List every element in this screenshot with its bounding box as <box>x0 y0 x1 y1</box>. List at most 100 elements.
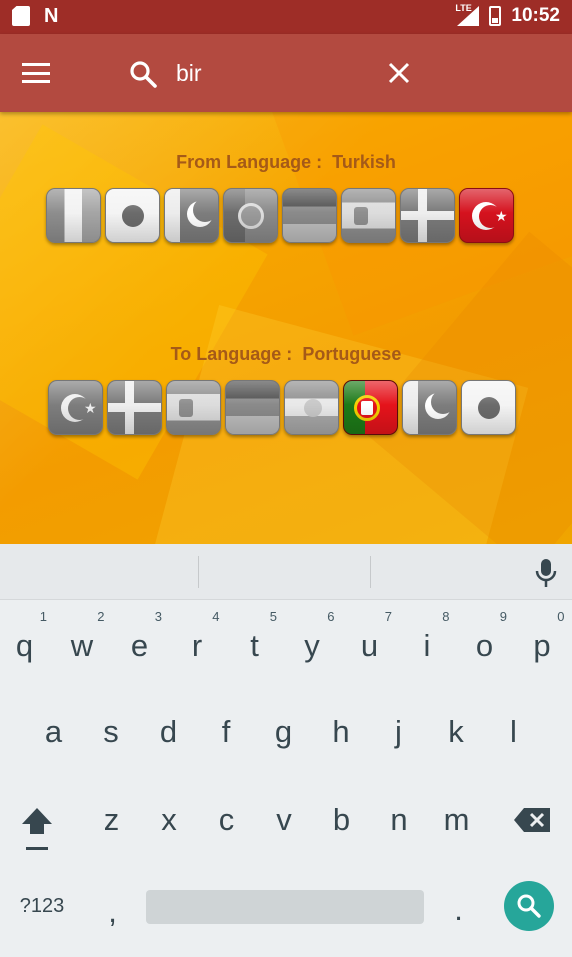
key-number-hint: 0 <box>557 609 565 624</box>
key-h[interactable]: h <box>313 702 370 762</box>
key-i[interactable]: i8 <box>399 610 456 676</box>
key-label: y <box>304 628 320 663</box>
flag-japan-icon[interactable] <box>105 188 160 243</box>
to-flag-row: ★ <box>48 380 516 435</box>
menu-icon[interactable] <box>22 63 50 83</box>
key-q[interactable]: q1 <box>0 610 53 676</box>
key-o[interactable]: o9 <box>456 610 513 676</box>
key-x[interactable]: x <box>141 790 198 850</box>
flag-japan-icon[interactable] <box>461 380 516 435</box>
key-u[interactable]: u7 <box>341 610 398 676</box>
key-number-hint: 7 <box>384 609 392 624</box>
battery-icon <box>489 6 502 26</box>
key-v[interactable]: v <box>256 790 313 850</box>
comma-key[interactable]: , <box>84 882 141 942</box>
key-label: x <box>161 802 177 837</box>
notification-n-icon: N <box>44 5 59 27</box>
search-icon <box>130 61 157 88</box>
key-label: p <box>533 628 551 663</box>
key-label: h <box>332 714 350 749</box>
key-j[interactable]: j <box>370 702 427 762</box>
key-number-hint: 6 <box>327 609 335 624</box>
key-r[interactable]: r4 <box>169 610 226 676</box>
flag-portugal-icon[interactable] <box>223 188 278 243</box>
key-a[interactable]: a <box>25 702 82 762</box>
key-number-hint: 8 <box>442 609 450 624</box>
key-number-hint: 4 <box>212 609 220 624</box>
status-bar: N LTE 10:52 <box>0 0 572 34</box>
search-action-button[interactable] <box>504 881 554 931</box>
close-icon[interactable] <box>386 60 412 86</box>
flag-spain-icon[interactable] <box>166 380 221 435</box>
signal-icon: LTE <box>455 3 480 26</box>
key-label: q <box>15 628 34 663</box>
flag-pakistan-icon[interactable] <box>402 380 457 435</box>
key-label: i <box>423 628 431 663</box>
flag-germany-icon[interactable] <box>282 188 337 243</box>
key-label: f <box>221 714 231 749</box>
period-key[interactable]: . <box>430 880 487 940</box>
key-c[interactable]: c <box>198 790 255 850</box>
key-label: m <box>443 802 470 837</box>
flag-spain-icon[interactable] <box>341 188 396 243</box>
flag-denmark-icon[interactable] <box>400 188 455 243</box>
space-bar[interactable] <box>146 890 424 924</box>
key-label: k <box>448 714 464 749</box>
flag-turkey-icon[interactable]: ★ <box>48 380 103 435</box>
key-number-hint: 9 <box>499 609 507 624</box>
key-g[interactable]: g <box>255 702 312 762</box>
backspace-icon[interactable] <box>514 808 550 832</box>
to-language-caption: To Language : <box>170 344 293 364</box>
key-label: t <box>250 628 259 663</box>
key-label: u <box>360 628 379 663</box>
from-language-label: From Language : Turkish <box>0 152 572 173</box>
flag-turkey-icon[interactable]: ★ <box>459 188 514 243</box>
key-e[interactable]: e3 <box>111 610 168 676</box>
soft-keyboard: q1w2e3r4t5y6u7i8o9p0 asdfghjkl zxcvbnm ?… <box>0 544 572 957</box>
key-number-hint: 2 <box>97 609 105 624</box>
key-number-hint: 5 <box>269 609 277 624</box>
microphone-icon[interactable] <box>534 558 558 588</box>
sd-card-icon <box>12 6 30 26</box>
symbols-key[interactable]: ?123 <box>12 876 72 936</box>
key-label: j <box>395 714 402 749</box>
key-label: v <box>276 802 292 837</box>
to-language-value: Portuguese <box>302 344 402 364</box>
key-label: a <box>44 714 63 749</box>
key-label: d <box>159 714 178 749</box>
key-label: r <box>191 628 203 663</box>
key-n[interactable]: n <box>371 790 428 850</box>
search-input[interactable]: bir <box>176 60 202 87</box>
search-icon <box>517 894 541 918</box>
key-d[interactable]: d <box>140 702 197 762</box>
key-p[interactable]: p0 <box>514 610 571 676</box>
key-label: l <box>510 714 517 749</box>
key-l[interactable]: l <box>485 702 542 762</box>
key-f[interactable]: f <box>198 702 255 762</box>
key-label: z <box>103 802 120 837</box>
key-y[interactable]: y6 <box>284 610 341 676</box>
flag-italy-icon[interactable] <box>46 188 101 243</box>
flag-kurdistan-icon[interactable] <box>284 380 339 435</box>
key-number-hint: 3 <box>154 609 162 624</box>
to-language-label: To Language : Portuguese <box>0 344 572 365</box>
key-k[interactable]: k <box>428 702 485 762</box>
key-label: c <box>218 802 235 837</box>
key-label: o <box>475 628 494 663</box>
key-z[interactable]: z <box>83 790 140 850</box>
flag-denmark-icon[interactable] <box>107 380 162 435</box>
flag-germany-icon[interactable] <box>225 380 280 435</box>
shift-icon[interactable] <box>20 806 54 852</box>
key-t[interactable]: t5 <box>226 610 283 676</box>
key-label: b <box>332 802 351 837</box>
key-b[interactable]: b <box>313 790 370 850</box>
key-w[interactable]: w2 <box>54 610 111 676</box>
key-label: e <box>130 628 149 663</box>
clock: 10:52 <box>511 5 560 26</box>
key-s[interactable]: s <box>83 702 140 762</box>
key-m[interactable]: m <box>428 790 485 850</box>
key-label: s <box>103 714 119 749</box>
language-selector-area: From Language : Turkish ★ To Language : Po… <box>0 112 572 544</box>
flag-pakistan-icon[interactable] <box>164 188 219 243</box>
flag-portugal-icon[interactable] <box>343 380 398 435</box>
